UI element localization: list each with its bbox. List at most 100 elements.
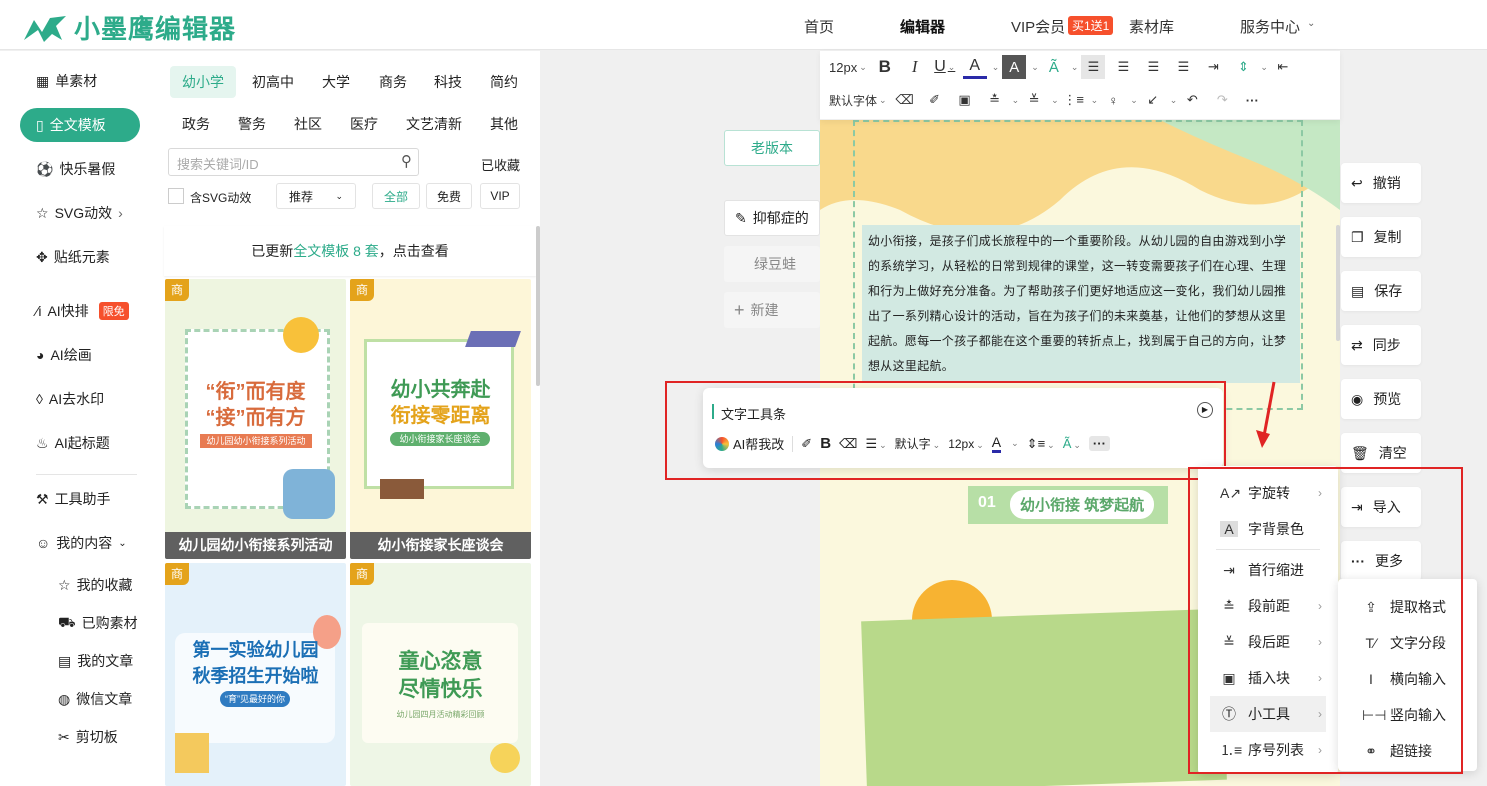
svg-checkbox-label: 含SVG动效 (190, 191, 252, 205)
category-other[interactable]: 其他 (490, 114, 518, 134)
sidebar-item-ai-watermark[interactable]: ◊ AI去水印 (36, 389, 104, 409)
filter-free[interactable]: 免费 (426, 183, 472, 209)
collected-link[interactable]: 已收藏 (481, 155, 520, 174)
nav-materials[interactable]: 素材库 (1129, 16, 1174, 37)
template-card[interactable]: 第一实验幼儿园 秋季招生开始啦 “育”见最好的你 商 (165, 563, 346, 786)
sync-button[interactable]: ⇄ 同步 (1341, 325, 1421, 365)
left-sidebar: ▦ 单素材 ▯ 全文模板 ⚽ 快乐暑假 ☆ SVG动效 › ✥ 贴纸元素 ⁄i AI快排 限免 … (0, 51, 160, 786)
preview-button[interactable]: ◉ 预览 (1341, 379, 1421, 419)
line-height-icon[interactable]: ⇕ (1231, 55, 1255, 79)
template-card[interactable]: 童心恣意 尽情快乐 幼儿园四月活动精彩回顾 商 (350, 563, 531, 786)
sidebar-sub-favorites[interactable]: ☆ 我的收藏 (58, 575, 133, 595)
article-item[interactable]: ✎ 抑郁症的 (724, 200, 820, 236)
sidebar-item-full-template[interactable]: ▯ 全文模板 (20, 108, 140, 142)
sidebar-item-svg[interactable]: ☆ SVG动效 › (36, 203, 123, 223)
underline-icon[interactable]: U ⌄ (933, 55, 957, 79)
svg-checkbox[interactable] (168, 188, 184, 204)
ball-icon: ⚽ (36, 160, 54, 177)
align-center-icon[interactable]: ☰ (1111, 55, 1135, 79)
arrow-icon[interactable]: ↙ (1141, 88, 1165, 112)
nav-editor[interactable]: 编辑器 (900, 16, 945, 37)
category-community[interactable]: 社区 (294, 114, 322, 134)
undo-icon[interactable]: ↶ (1180, 88, 1204, 112)
align-justify-icon[interactable]: ☰ (1171, 55, 1195, 79)
category-tech[interactable]: 科技 (434, 72, 462, 92)
sidebar-sub-wechat[interactable]: ◍ 微信文章 (58, 689, 132, 709)
bulb-icon[interactable]: ♀ (1101, 88, 1125, 112)
copy-button[interactable]: ❐ 复制 (1341, 217, 1421, 257)
category-business[interactable]: 商务 (379, 72, 407, 92)
logo[interactable]: 小墨鹰编辑器 (22, 9, 236, 46)
template-card[interactable]: 幼小共奔赴 衔接零距离 幼小衔接家长座谈会 商 幼小衔接家长座谈会 (350, 279, 531, 559)
more-dots-icon[interactable]: ··· (1240, 88, 1264, 112)
eraser-icon[interactable]: ⌫ (893, 88, 917, 112)
search-icon[interactable]: ⚲ (401, 152, 412, 170)
font-color-icon[interactable]: A (962, 55, 987, 79)
chevron-down-icon: ⌄ (1307, 18, 1316, 29)
save-button[interactable]: ▤ 保存 (1341, 271, 1421, 311)
panel-scrollbar[interactable] (536, 226, 540, 386)
category-simple[interactable]: 简约 (490, 72, 518, 92)
image-icon[interactable]: ▣ (953, 88, 977, 112)
align-left-icon[interactable]: ☰ (1081, 55, 1106, 79)
sidebar-item-ai-draw[interactable]: ◕ AI绘画 (36, 345, 92, 365)
sidebar-sub-purchased[interactable]: ⛟ 已购素材 (58, 613, 138, 633)
indent-icon[interactable]: ⇥ (1201, 55, 1225, 79)
sidebar-item-single-material[interactable]: ▦ 单素材 (36, 71, 97, 91)
category-medical[interactable]: 医疗 (350, 114, 378, 134)
sidebar-item-summer[interactable]: ⚽ 快乐暑假 (36, 159, 115, 179)
category-highschool[interactable]: 初高中 (252, 72, 294, 92)
space-after-icon[interactable]: ≚ (1022, 88, 1046, 112)
bold-icon[interactable]: B (873, 55, 897, 79)
update-notice[interactable]: 已更新全文模板 8 套，点击查看 (164, 226, 536, 276)
nav-vip[interactable]: VIP会员 (1011, 16, 1065, 37)
nav-home[interactable]: 首页 (804, 16, 834, 37)
align-right-icon[interactable]: ☰ (1141, 55, 1165, 79)
italic-icon[interactable]: I (903, 55, 927, 79)
article-item[interactable]: 绿豆蛙 (724, 246, 820, 282)
nav-service[interactable]: 服务中心 (1240, 16, 1300, 37)
grid-icon: ▦ (36, 72, 50, 89)
sidebar-item-stickers[interactable]: ✥ 贴纸元素 (36, 247, 110, 267)
highlight-icon[interactable]: A (1002, 55, 1027, 79)
paragraph-text[interactable]: 幼小衔接，是孩子们成长旅程中的一个重要阶段。从幼儿园的自由游戏到小学的系统学习，… (862, 225, 1300, 383)
format-brush-icon[interactable]: ✐ (923, 88, 947, 112)
cart-icon: ⛟ (58, 613, 76, 630)
text-effect-icon[interactable]: Ã (1042, 55, 1066, 79)
top-header: 小墨鹰编辑器 首页 编辑器 VIP会员 买1送1 素材库 服务中心 ⌄ (0, 0, 1487, 50)
sort-select[interactable]: 推荐 ⌄ (276, 183, 356, 209)
category-primary[interactable]: 幼小学 (170, 66, 236, 98)
filter-vip[interactable]: VIP (480, 183, 520, 209)
space-before-icon[interactable]: ≛ (983, 88, 1007, 112)
sidebar-item-ai-layout[interactable]: ⁄i AI快排 限免 (36, 301, 129, 321)
category-university[interactable]: 大学 (322, 72, 350, 92)
section-header[interactable]: 01 幼小衔接 筑梦起航 (968, 486, 1168, 524)
sidebar-item-tools[interactable]: ⚒ 工具助手 (36, 489, 111, 509)
category-literary[interactable]: 文艺清新 (406, 114, 462, 134)
drop-icon: ◊ (36, 391, 43, 407)
new-article-button[interactable]: + 新建 (724, 292, 820, 328)
sidebar-sub-articles[interactable]: ▤ 我的文章 (58, 651, 133, 671)
category-police[interactable]: 警务 (238, 114, 266, 134)
save-icon: ▤ (1351, 282, 1365, 299)
category-government[interactable]: 政务 (182, 114, 210, 134)
filter-all[interactable]: 全部 (372, 183, 420, 209)
highlight-box (1188, 467, 1463, 774)
template-search-input[interactable]: 搜索关键词/ID ⚲ (168, 148, 419, 176)
undo-button[interactable]: ↩ 撤销 (1341, 163, 1421, 203)
sidebar-item-ai-title[interactable]: ♨ AI起标题 (36, 433, 110, 453)
template-card[interactable]: “衔”而有度 “接”而有方 幼儿园幼小衔接系列活动 商 幼儿园幼小衔接系列活动 (165, 279, 346, 559)
font-family-select[interactable]: 默认字体 ⌄ (829, 88, 887, 112)
letter-spacing-icon[interactable]: ⋮≡ (1062, 88, 1086, 112)
ai-icon: ⁄i (36, 303, 42, 319)
old-version-button[interactable]: 老版本 (724, 130, 820, 166)
font-size-select[interactable]: 12px ⌄ (829, 55, 867, 79)
sidebar-sub-clipboard[interactable]: ✂ 剪切板 (58, 727, 118, 747)
scissors-icon: ✂ (58, 728, 70, 745)
sidebar-item-my-content[interactable]: ☺ 我的内容 ⌄ (36, 533, 127, 553)
canvas-scrollbar[interactable] (1336, 225, 1340, 341)
exit-icon[interactable]: ⇤ (1271, 55, 1295, 79)
grad-cap-icon (465, 331, 521, 347)
redo-icon[interactable]: ↷ (1210, 88, 1234, 112)
free-badge: 限免 (98, 302, 129, 320)
